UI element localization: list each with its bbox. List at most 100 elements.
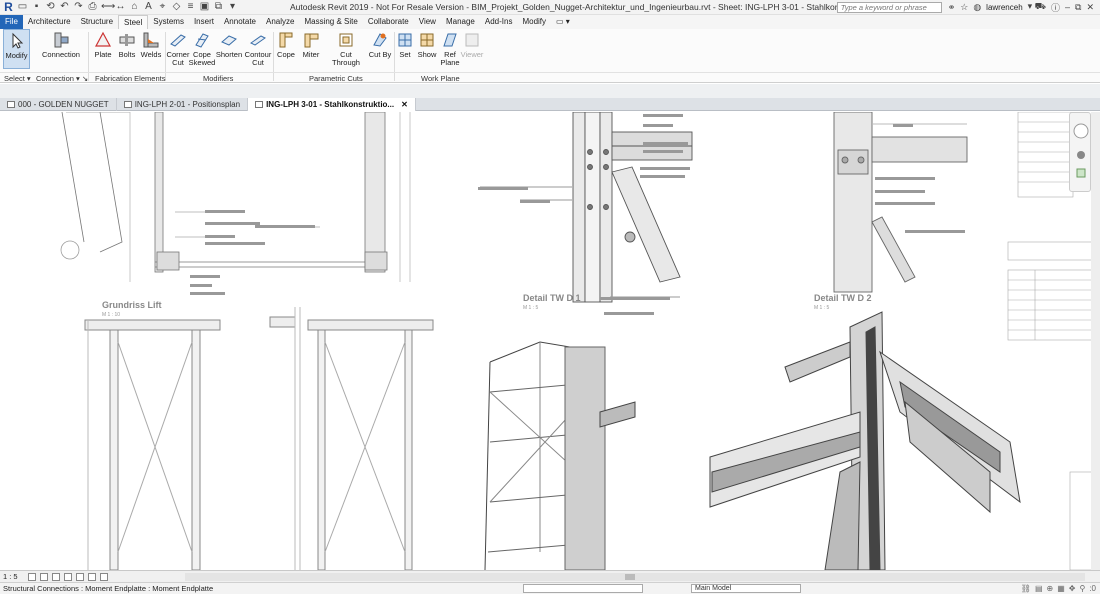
redo-icon[interactable]: ↷ [73,0,84,14]
close-hidden-icon[interactable]: ▣ [199,0,210,14]
search-input[interactable]: Type a keyword or phrase [836,1,942,13]
tab-analyze[interactable]: Analyze [261,15,299,29]
thin-lines-icon[interactable]: ≡ [185,0,196,14]
cope-button[interactable]: Cope [276,31,296,59]
doc-tab-positionsplan[interactable]: ING-LPH 2-01 - Positionsplan [117,98,249,111]
view-title-detail-tw-d1[interactable]: Detail TW D 1 [523,293,581,303]
ribbon: Modify Connection Plate Bolts Welds Corn… [0,29,1100,83]
tab-add-ins[interactable]: Add-Ins [480,15,518,29]
sync-icon[interactable]: ⟲ [45,0,56,14]
measure-icon[interactable]: ⟷ [101,0,115,14]
help-icon[interactable]: ⓘ [1051,1,1060,14]
navigation-bar[interactable] [1069,112,1091,192]
visual-style-icon[interactable] [39,572,48,581]
show-button[interactable]: Show [417,31,437,59]
tab-insert[interactable]: Insert [189,15,219,29]
drawing-canvas[interactable]: Grundriss Lift M 1 : 10 Detail TW D 1 M … [0,112,1100,570]
cart-icon[interactable]: ▾ ⛟ [1028,1,1046,13]
link-icon[interactable]: ⛓ [1021,584,1031,593]
tab-structure[interactable]: Structure [76,15,118,29]
panel-select[interactable]: Select ▾ [4,74,31,83]
elevation-frame-1 [84,319,221,570]
dimension-icon[interactable]: ↔ [115,0,126,14]
set-button[interactable]: Set [396,31,414,59]
cut-through-button[interactable]: Cut Through [326,31,366,67]
user-name[interactable]: lawrenceh [986,3,1022,12]
sun-path-icon[interactable] [51,572,60,581]
3d-view-icon[interactable]: ⌖ [157,0,168,14]
drag-icon[interactable]: ✥ [1069,584,1076,593]
quick-access-toolbar: R ▭ ▪ ⟲ ↶ ↷ ⎙ ⟷ ↔ ⌂ A ⌖ ◇ ≡ ▣ ⧉ ▾ [0,0,290,14]
cut-through-label: Cut Through [332,50,360,67]
tab-modify[interactable]: Modify [517,15,551,29]
reveal-hidden-icon[interactable] [99,572,108,581]
doc-tab-golden-nugget[interactable]: 000 - GOLDEN NUGGET [0,98,117,111]
tab-file[interactable]: File [0,15,23,29]
ribbon-panel-titles: Select ▾ Connection ▾ ↘ Fabrication Elem… [0,72,1100,83]
connection-button[interactable]: Connection [42,31,80,59]
ref-plane-label: Ref Plane [440,50,460,67]
user-icon[interactable]: ◍ [973,2,981,13]
doc-tab-stahlkonstruktion[interactable]: ING-LPH 3-01 - Stahlkonstruktio... ✕ [248,98,416,111]
ref-plane-button[interactable]: Ref Plane [439,31,461,67]
detail-level-icon[interactable] [27,572,36,581]
crop-view-icon[interactable] [75,572,84,581]
close-icon[interactable]: ✕ [1086,2,1094,13]
revit-logo-icon[interactable]: R [3,0,14,14]
close-tab-icon[interactable]: ✕ [401,100,408,109]
cope-label: Cope [277,50,295,59]
miter-button[interactable]: Miter [300,31,322,59]
customize-icon[interactable]: ▾ [227,0,238,14]
binoculars-icon[interactable]: ⚭ [948,2,956,13]
tab-manage[interactable]: Manage [441,15,480,29]
tab-architecture[interactable]: Architecture [23,15,76,29]
tab-view[interactable]: View [414,15,441,29]
print-icon[interactable]: ⎙ [87,0,98,14]
tab-annotate[interactable]: Annotate [219,15,261,29]
modify-button[interactable]: Modify [3,29,30,69]
ribbon-options-icon[interactable]: ▭ ▾ [551,15,575,29]
tab-massing-site[interactable]: Massing & Site [299,15,362,29]
vertical-scrollbar[interactable] [1091,112,1100,570]
plate-button[interactable]: Plate [92,31,114,59]
viewer-button[interactable]: Viewer [461,31,483,59]
shadows-icon[interactable] [63,572,72,581]
tab-systems[interactable]: Systems [148,15,189,29]
open-icon[interactable]: ▭ [17,0,28,14]
workset-selector[interactable] [523,584,643,593]
pinned-icon[interactable]: ⊕ [1047,584,1054,593]
filter-icon[interactable]: ⚲ [1079,584,1085,593]
view-title-grundriss-lift[interactable]: Grundriss Lift [102,300,162,310]
connection-label: Connection [42,50,80,59]
switch-windows-icon[interactable]: ⧉ [213,0,224,14]
cope-icon [279,32,293,48]
star-icon[interactable]: ☆ [960,2,968,13]
underlay-icon[interactable]: ▤ [1035,584,1043,593]
bolts-button[interactable]: Bolts [117,31,137,59]
panel-connection[interactable]: Connection ▾ ↘ [36,74,88,83]
minimize-icon[interactable]: – [1065,2,1070,12]
undo-icon[interactable]: ↶ [59,0,70,14]
tab-collaborate[interactable]: Collaborate [363,15,414,29]
select-by-face-icon[interactable]: ▦ [1057,584,1065,593]
cope-skewed-button[interactable]: Cope Skewed [189,31,215,67]
contour-cut-button[interactable]: Contour Cut [244,31,272,67]
corner-cut-button[interactable]: Corner Cut [167,31,189,67]
hide-isolate-icon[interactable] [87,572,96,581]
tag-icon[interactable]: ⌂ [129,0,140,14]
text-icon[interactable]: A [143,0,154,14]
plate-icon [94,31,112,47]
cut-by-button[interactable]: Cut By [368,31,392,59]
shorten-icon [221,35,237,46]
scroll-thumb[interactable] [625,574,635,580]
horizontal-scrollbar[interactable] [185,573,1085,581]
shorten-button[interactable]: Shorten [215,31,243,59]
view-scale[interactable]: 1 : 5 [3,572,18,581]
save-icon[interactable]: ▪ [31,0,42,14]
tab-steel[interactable]: Steel [118,14,149,30]
view-title-detail-tw-d2[interactable]: Detail TW D 2 [814,293,872,303]
welds-button[interactable]: Welds [140,31,162,59]
model-selector[interactable]: Main Model [691,584,801,593]
section-icon[interactable]: ◇ [171,0,182,14]
restore-icon[interactable]: ⧉ [1075,2,1081,13]
